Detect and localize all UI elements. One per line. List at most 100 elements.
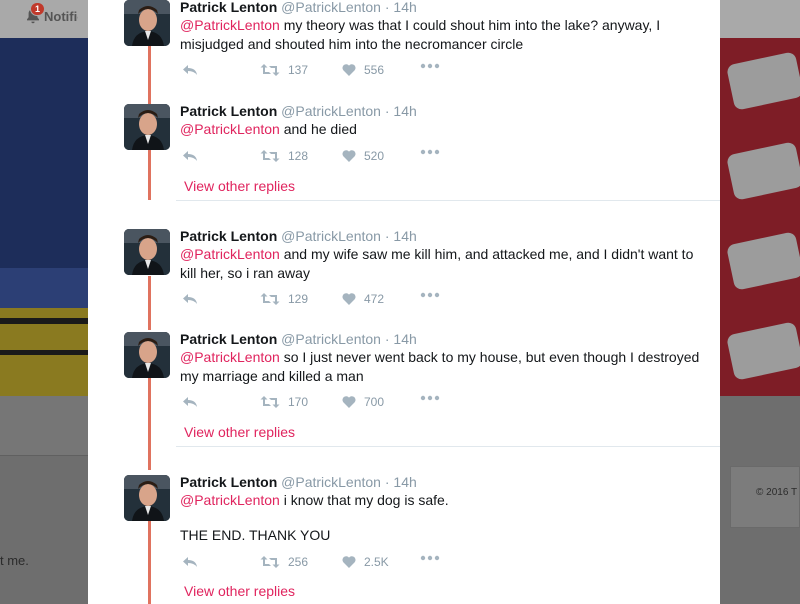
mention-link[interactable]: @PatrickLenton [180,17,280,33]
author-handle[interactable]: @PatrickLenton [281,331,381,347]
retweet-button[interactable]: 256 [260,555,308,569]
retweet-button[interactable]: 170 [260,395,308,409]
retweet-count: 170 [288,395,309,409]
author-name[interactable]: Patrick Lenton [180,474,277,490]
like-count: 556 [364,63,385,77]
mention-link[interactable]: @PatrickLenton [180,492,280,508]
mention-link[interactable]: @PatrickLenton [180,246,280,262]
like-count: 2.5K [364,555,389,569]
more-button[interactable] [420,555,440,561]
author-name[interactable]: Patrick Lenton [180,331,277,347]
mention-link[interactable]: @PatrickLenton [180,349,280,365]
author-handle[interactable]: @PatrickLenton [281,474,381,490]
reply-icon [183,294,197,304]
reply-button[interactable] [182,555,198,569]
thread-line [148,378,151,470]
header-separator: · [384,228,390,244]
view-other-replies-link[interactable]: View other replies [184,424,295,440]
retweet-count: 256 [288,555,309,569]
retweet-icon [260,150,280,162]
avatar[interactable] [124,229,170,275]
like-button[interactable]: 2.5K [342,555,389,569]
divider [176,200,720,201]
retweet-button[interactable]: 137 [260,63,308,77]
like-button[interactable]: 556 [342,63,384,77]
avatar[interactable] [124,104,170,150]
more-button[interactable] [420,292,440,298]
author-handle[interactable]: @PatrickLenton [281,0,381,15]
retweet-count: 128 [288,149,309,163]
avatar[interactable] [124,475,170,521]
reply-button[interactable] [182,292,198,306]
more-icon [420,149,440,155]
like-count: 520 [364,149,385,163]
view-other-replies-link[interactable]: View other replies [184,583,295,599]
tweet-timestamp[interactable]: 14h [393,331,416,347]
bell-icon: 1 [26,2,46,24]
author-handle[interactable]: @PatrickLenton [281,103,381,119]
author-handle[interactable]: @PatrickLenton [281,228,381,244]
more-button[interactable] [420,149,440,155]
more-button[interactable] [420,395,440,401]
like-count: 700 [364,395,385,409]
tweet-text: @PatrickLenton my theory was that I coul… [180,16,700,54]
retweet-count: 129 [288,292,309,306]
heart-icon [342,150,356,162]
like-count: 472 [364,292,385,306]
reply-button[interactable] [182,63,198,77]
more-icon [420,292,440,298]
author-name[interactable]: Patrick Lenton [180,0,277,15]
tweet-text: @PatrickLenton and my wife saw me kill h… [180,245,700,283]
reply-button[interactable] [182,395,198,409]
more-icon [420,555,440,561]
tweet-text: @PatrickLenton so I just never went back… [180,348,700,386]
tweet-timestamp[interactable]: 14h [393,103,416,119]
more-icon [420,63,440,69]
avatar[interactable] [124,0,170,46]
conversation-modal: Patrick Lenton @PatrickLenton · 14h @Pat… [88,0,720,604]
author-name[interactable]: Patrick Lenton [180,228,277,244]
profile-banner-left [0,38,88,396]
tweet-body: and he died [279,121,357,137]
tweet-text-second-paragraph: THE END. THANK YOU [180,527,331,543]
tweet-text: @PatrickLenton and he died [180,120,700,139]
partial-background-text: t me. [0,553,29,568]
divider [176,446,720,447]
like-button[interactable]: 520 [342,149,384,163]
heart-icon [342,293,356,305]
thread-line [148,46,151,106]
heart-icon [342,396,356,408]
view-other-replies-link[interactable]: View other replies [184,178,295,194]
notifications-label: Notifications [44,8,78,24]
more-icon [420,395,440,401]
retweet-icon [260,293,280,305]
retweet-button[interactable]: 128 [260,149,308,163]
avatar[interactable] [124,332,170,378]
more-button[interactable] [420,63,440,69]
reply-icon [183,557,197,567]
header-separator: · [384,103,390,119]
retweet-button[interactable]: 129 [260,292,308,306]
author-name[interactable]: Patrick Lenton [180,103,277,119]
retweet-icon [260,556,280,568]
retweet-icon [260,396,280,408]
like-button[interactable]: 472 [342,292,384,306]
notifications-badge: 1 [30,2,46,16]
reply-button[interactable] [182,149,198,163]
thread-line [148,276,151,330]
notifications-nav-item[interactable]: 1 Notifications [26,2,78,24]
tweet-timestamp[interactable]: 14h [393,228,416,244]
copyright-text: © 2016 T [756,487,798,498]
tweet-body: i know that my dog is safe. [279,492,449,508]
mention-link[interactable]: @PatrickLenton [180,121,280,137]
profile-banner-right [720,38,800,396]
retweet-icon [260,64,280,76]
like-button[interactable]: 700 [342,395,384,409]
header-separator: · [384,331,390,347]
tweet-timestamp[interactable]: 14h [393,474,416,490]
retweet-count: 137 [288,63,309,77]
thread-line [148,520,151,604]
header-separator: · [384,0,390,15]
tweet-timestamp[interactable]: 14h [393,0,416,15]
tweet-text: @PatrickLenton i know that my dog is saf… [180,491,700,510]
